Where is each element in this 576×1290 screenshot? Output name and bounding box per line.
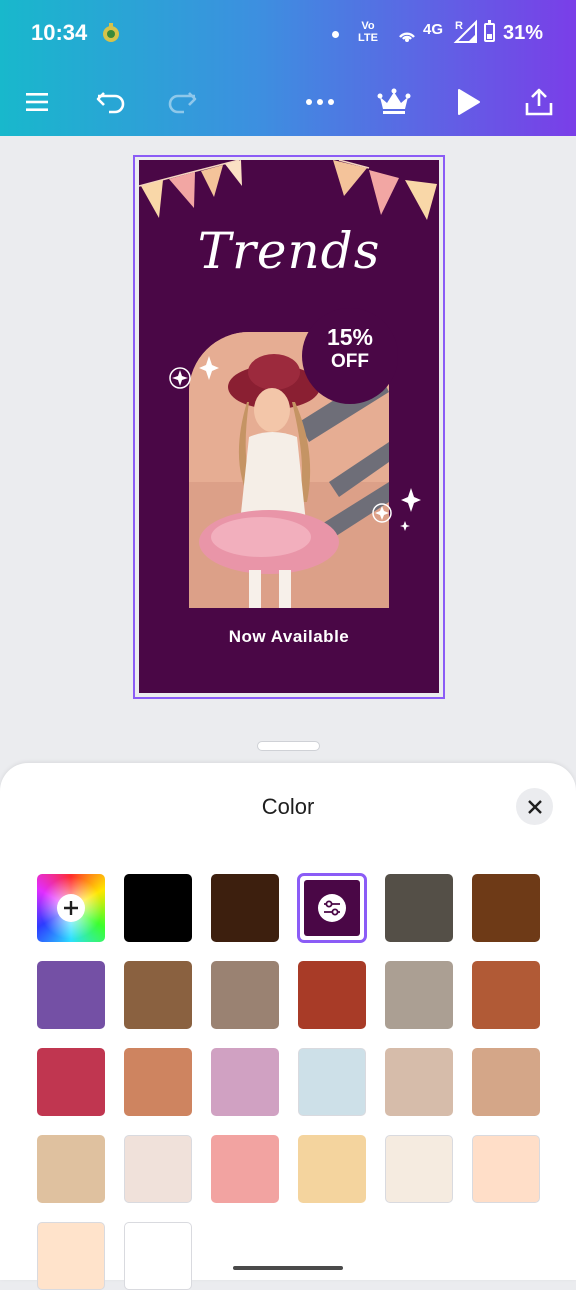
sparkle-right-icon bbox=[372, 488, 421, 531]
undo-icon[interactable] bbox=[89, 80, 133, 124]
color-swatch[interactable] bbox=[124, 1048, 192, 1116]
color-panel-title: Color bbox=[261, 794, 315, 819]
color-swatch[interactable] bbox=[472, 874, 540, 942]
color-swatch[interactable] bbox=[298, 961, 366, 1029]
color-swatch[interactable] bbox=[37, 1135, 105, 1203]
battery-icon bbox=[484, 20, 495, 42]
status-time: 10:34 bbox=[31, 20, 88, 45]
status-bar: 10:34 Vo LTE 4G R 31% bbox=[0, 0, 576, 68]
color-swatch[interactable] bbox=[298, 1135, 366, 1203]
discount-badge[interactable]: 15% OFF bbox=[302, 308, 398, 404]
battery-percent: 31% bbox=[503, 22, 544, 44]
hamburger-menu-icon[interactable] bbox=[15, 80, 59, 124]
color-swatch[interactable] bbox=[385, 1048, 453, 1116]
notification-app-icon bbox=[100, 22, 122, 44]
color-swatch[interactable] bbox=[385, 874, 453, 942]
more-options-icon[interactable] bbox=[298, 80, 342, 124]
home-indicator[interactable] bbox=[233, 1266, 343, 1270]
color-swatch[interactable] bbox=[298, 1048, 366, 1116]
sparkle-left-icon bbox=[169, 356, 219, 389]
color-swatch[interactable] bbox=[124, 874, 192, 942]
app-top-bar: 10:34 Vo LTE 4G R 31% bbox=[0, 0, 576, 136]
close-icon[interactable] bbox=[516, 788, 553, 825]
color-swatch[interactable] bbox=[385, 961, 453, 1029]
network-type: 4G bbox=[423, 21, 444, 38]
add-color-button[interactable] bbox=[37, 874, 105, 942]
color-swatch[interactable] bbox=[37, 961, 105, 1029]
color-swatch[interactable] bbox=[472, 961, 540, 1029]
share-upload-icon[interactable] bbox=[517, 80, 561, 124]
crown-icon[interactable] bbox=[372, 80, 416, 124]
hotspot-icon bbox=[396, 22, 418, 47]
color-swatch[interactable] bbox=[211, 874, 279, 942]
design-title[interactable]: Trends bbox=[139, 222, 439, 280]
color-swatch[interactable] bbox=[385, 1135, 453, 1203]
color-swatch[interactable] bbox=[124, 961, 192, 1029]
plus-icon bbox=[57, 894, 85, 922]
cta-text[interactable]: Now Available bbox=[139, 627, 439, 647]
color-swatch[interactable] bbox=[211, 1135, 279, 1203]
color-swatch[interactable] bbox=[472, 1048, 540, 1116]
color-swatch[interactable] bbox=[472, 1135, 540, 1203]
color-swatch bbox=[304, 880, 360, 936]
editor-toolbar bbox=[0, 68, 576, 136]
color-swatch[interactable] bbox=[124, 1135, 192, 1203]
play-icon[interactable] bbox=[446, 80, 490, 124]
design-page[interactable]: Trends 15% OFF Now Available bbox=[139, 160, 439, 693]
notification-dot-icon bbox=[332, 31, 339, 38]
sliders-adjust-icon[interactable] bbox=[318, 894, 346, 922]
discount-percent: 15% bbox=[326, 324, 374, 350]
color-swatch[interactable] bbox=[211, 961, 279, 1029]
color-swatch[interactable] bbox=[37, 1048, 105, 1116]
roaming-indicator: R bbox=[455, 20, 463, 32]
volte-indicator: Vo LTE bbox=[358, 20, 378, 44]
signal-strength-icon: R bbox=[452, 18, 480, 49]
selected-color-swatch[interactable] bbox=[297, 873, 367, 943]
bunting-left-decoration bbox=[139, 160, 437, 220]
discount-label: OFF bbox=[331, 351, 369, 372]
redo-icon[interactable] bbox=[160, 80, 204, 124]
color-swatch[interactable] bbox=[211, 1048, 279, 1116]
panel-drag-handle[interactable] bbox=[257, 741, 320, 751]
